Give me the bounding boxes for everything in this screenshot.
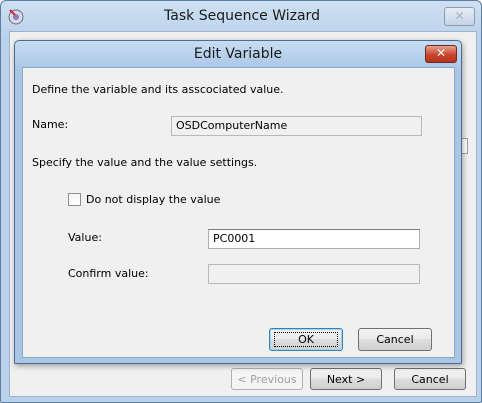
dialog-title: Edit Variable xyxy=(193,46,283,62)
edit-variable-dialog: Edit Variable ✕ Define the variable and … xyxy=(14,40,462,364)
focus-indicator xyxy=(274,332,338,347)
value-label: Value: xyxy=(68,231,102,244)
dialog-client-area: Define the variable and its asscociated … xyxy=(22,67,455,358)
confirm-value-label: Confirm value: xyxy=(68,267,149,280)
previous-button[interactable]: < Previous xyxy=(231,368,303,390)
hide-value-checkbox[interactable] xyxy=(68,193,81,206)
hide-value-label[interactable]: Do not display the value xyxy=(86,193,220,206)
intro-text: Define the variable and its asscociated … xyxy=(32,83,284,96)
close-icon[interactable]: ✕ xyxy=(425,45,457,63)
window-title: Task Sequence Wizard xyxy=(164,8,320,24)
settings-intro-text: Specify the value and the value settings… xyxy=(32,156,258,169)
confirm-value-field[interactable] xyxy=(208,264,420,284)
name-field: OSDComputerName xyxy=(171,116,422,136)
next-button[interactable]: Next > xyxy=(310,368,382,390)
value-field[interactable]: PC0001 xyxy=(208,229,420,249)
close-icon[interactable]: ✕ xyxy=(444,7,475,26)
ok-button[interactable]: OK xyxy=(269,328,343,351)
wizard-cancel-button[interactable]: Cancel xyxy=(394,368,466,390)
dialog-cancel-button[interactable]: Cancel xyxy=(358,328,432,351)
name-label: Name: xyxy=(32,118,69,131)
